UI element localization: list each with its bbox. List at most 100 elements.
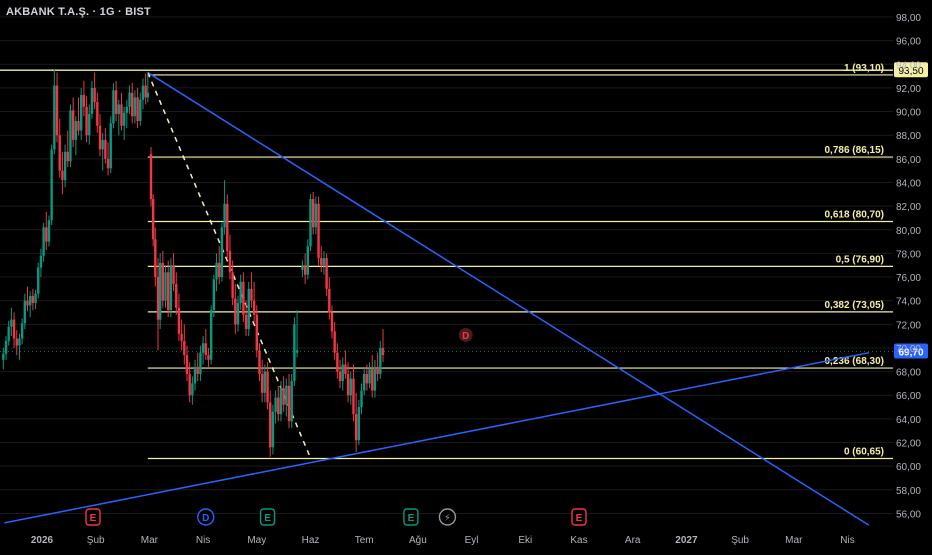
candle-body bbox=[303, 265, 307, 275]
candle-body bbox=[285, 385, 288, 405]
y-tick-label: 68,00 bbox=[896, 368, 921, 379]
y-tick-label: 84,00 bbox=[896, 178, 921, 189]
x-tick-label: Nis bbox=[196, 535, 210, 546]
candle-body bbox=[381, 347, 385, 356]
candle-body bbox=[234, 298, 237, 325]
candle-body bbox=[7, 326, 10, 341]
candle-body bbox=[117, 104, 120, 114]
x-tick-label: Nis bbox=[840, 535, 854, 546]
candle-body bbox=[371, 369, 374, 391]
candle-body bbox=[136, 97, 139, 122]
candle-body bbox=[333, 331, 336, 353]
candle-body bbox=[50, 149, 53, 221]
candle-body bbox=[250, 288, 253, 301]
candle-body bbox=[330, 312, 334, 332]
candle-body bbox=[175, 284, 178, 308]
fib-level-label: 0,236 (68,30) bbox=[825, 356, 885, 367]
y-tick-label: 72,00 bbox=[896, 320, 921, 331]
candle-body bbox=[66, 151, 69, 162]
candle-body bbox=[15, 338, 18, 346]
candle-body bbox=[349, 378, 352, 396]
y-tick-label: 96,00 bbox=[896, 37, 921, 48]
y-tick-label: 80,00 bbox=[896, 226, 921, 237]
candle-body bbox=[309, 199, 312, 247]
candle-body bbox=[191, 383, 194, 396]
candle-body bbox=[101, 139, 104, 150]
candlestick-chart[interactable]: 1 (93,10) 0,786 (86,15) 0,618 (80,70) 0,5 (… bbox=[0, 0, 932, 550]
candle-body bbox=[37, 267, 40, 294]
candle-body bbox=[141, 85, 145, 100]
candle-body bbox=[47, 220, 51, 242]
candle-body bbox=[207, 355, 210, 360]
y-tick-label: 82,00 bbox=[896, 202, 921, 213]
event-marker-letter: E bbox=[90, 513, 97, 524]
y-tick-label: 88,00 bbox=[896, 131, 921, 142]
candle-body bbox=[85, 106, 88, 136]
x-tick-label: Eyl bbox=[465, 535, 479, 546]
candle-body bbox=[244, 314, 248, 330]
candle-body bbox=[317, 203, 320, 259]
candle-body bbox=[45, 227, 48, 242]
candle-body bbox=[185, 355, 189, 374]
x-tick-label: Ağu bbox=[409, 535, 427, 546]
x-tick-label: Mar bbox=[785, 535, 803, 546]
candle-body bbox=[53, 85, 56, 150]
symbol-title: AKBANK T.A.Ş. · 1G · BIST bbox=[6, 6, 151, 18]
candle-body bbox=[154, 239, 157, 278]
candle-body bbox=[69, 110, 72, 162]
candle-body bbox=[2, 353, 5, 360]
candle-body bbox=[271, 411, 275, 448]
x-tick-label: May bbox=[247, 535, 266, 546]
future-dividend-letter: D bbox=[462, 331, 469, 342]
candle-body bbox=[166, 272, 170, 311]
candle-body bbox=[376, 366, 379, 374]
y-tick-label: 64,00 bbox=[896, 415, 921, 426]
x-tick-label: 2026 bbox=[31, 535, 54, 546]
candle-body bbox=[149, 154, 153, 200]
candle-body bbox=[266, 371, 269, 403]
candle-body bbox=[311, 199, 315, 228]
candle-body bbox=[360, 390, 363, 408]
candle-body bbox=[122, 112, 126, 126]
y-tick-label: 98,00 bbox=[896, 13, 921, 24]
candle-body bbox=[231, 272, 234, 299]
candle-body bbox=[357, 407, 361, 441]
candle-body bbox=[34, 293, 37, 304]
fib-level-label: 0,618 (80,70) bbox=[825, 209, 885, 220]
candle-body bbox=[301, 265, 304, 270]
candle-body bbox=[325, 258, 328, 289]
candle-body bbox=[146, 92, 149, 98]
candle-body bbox=[112, 90, 115, 124]
candle-body bbox=[365, 373, 369, 384]
x-tick-label: Ara bbox=[625, 535, 641, 546]
candle-body bbox=[26, 300, 29, 306]
event-marker-letter: D bbox=[202, 513, 209, 524]
candle-body bbox=[80, 95, 83, 131]
candle-body bbox=[128, 92, 131, 107]
candle-body bbox=[341, 364, 344, 382]
candle-body bbox=[164, 272, 167, 301]
candle-body bbox=[258, 350, 261, 374]
fib-level-label: 1 (93,10) bbox=[844, 63, 884, 74]
candle-body bbox=[158, 262, 162, 320]
candle-body bbox=[338, 371, 342, 382]
candle-body bbox=[274, 397, 277, 412]
candle-body bbox=[368, 369, 371, 384]
y-tick-label: 74,00 bbox=[896, 297, 921, 308]
chart-container[interactable]: 1 (93,10) 0,786 (86,15) 0,618 (80,70) 0,5 (… bbox=[0, 0, 932, 550]
y-tick-label: 86,00 bbox=[896, 155, 921, 166]
x-tick-label: Eki bbox=[518, 535, 532, 546]
candle-body bbox=[328, 288, 331, 313]
candle-body bbox=[10, 319, 13, 327]
y-tick-label: 60,00 bbox=[896, 462, 921, 473]
candle-body bbox=[4, 340, 8, 354]
candle-body bbox=[82, 95, 86, 107]
candle-body bbox=[180, 333, 183, 341]
candle-body bbox=[201, 343, 205, 353]
candle-body bbox=[193, 366, 197, 384]
candle-body bbox=[125, 106, 129, 113]
candle-body bbox=[247, 288, 250, 330]
candle-body bbox=[161, 262, 165, 301]
candle-body bbox=[352, 378, 355, 415]
candle-body bbox=[196, 366, 199, 374]
